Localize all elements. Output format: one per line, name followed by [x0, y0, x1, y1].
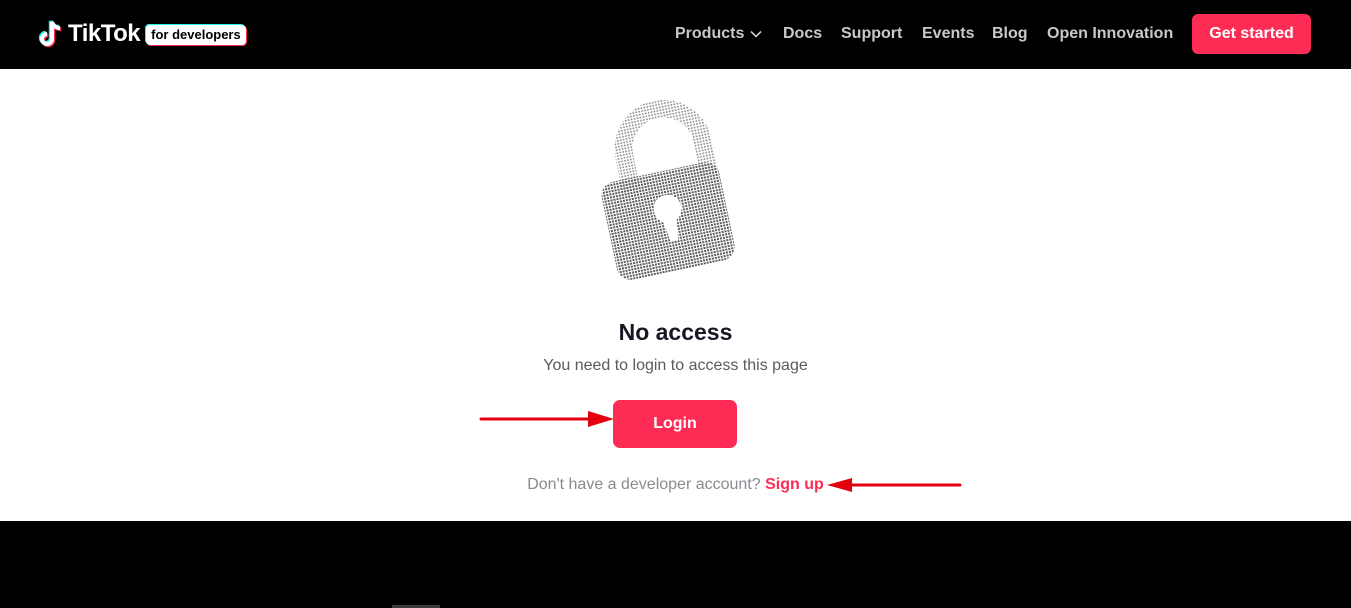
- signup-prompt-text: Don't have a developer account?: [527, 476, 761, 493]
- top-nav-bar: TikTok for developers Products Docs Supp…: [0, 0, 1351, 69]
- nav-products-label: Products: [675, 25, 745, 42]
- logo-wordmark: TikTok: [68, 20, 141, 47]
- chevron-down-icon: [750, 30, 762, 38]
- tiktok-developers-logo[interactable]: TikTok for developers: [38, 18, 246, 50]
- nav-products[interactable]: Products: [675, 24, 762, 44]
- arrow-left-icon: [827, 478, 962, 492]
- nav-open-innovation[interactable]: Open Innovation: [1047, 24, 1173, 44]
- nav-docs[interactable]: Docs: [783, 24, 822, 44]
- signup-prompt: Don't have a developer account? Sign up: [0, 475, 1351, 495]
- arrow-right-icon: [479, 411, 614, 427]
- nav-support[interactable]: Support: [841, 24, 902, 44]
- page-subtitle: You need to login to access this page: [543, 357, 808, 374]
- page-title: No access: [618, 319, 733, 345]
- lock-icon: [598, 99, 753, 280]
- nav-events[interactable]: Events: [922, 24, 974, 44]
- sign-up-link[interactable]: Sign up: [765, 476, 824, 493]
- nav-blog[interactable]: Blog: [992, 24, 1028, 44]
- login-button[interactable]: Login: [613, 400, 737, 448]
- logo-badge: for developers: [146, 25, 246, 45]
- tiktok-note-icon: [38, 20, 62, 48]
- get-started-button[interactable]: Get started: [1192, 14, 1311, 54]
- footer: [0, 521, 1351, 608]
